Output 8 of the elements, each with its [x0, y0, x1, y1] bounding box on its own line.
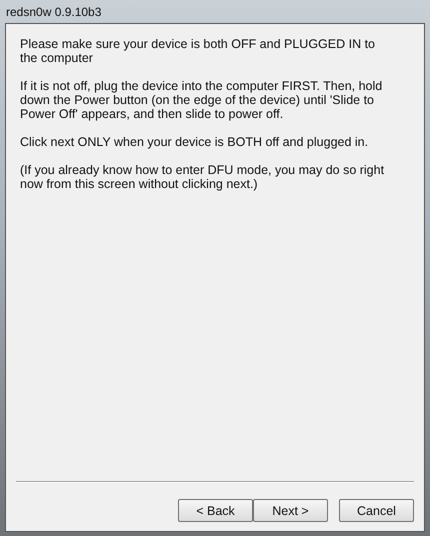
back-button[interactable]: < Back — [178, 499, 253, 522]
instruction-text: (If you already know how to enter DFU mode, you may do so right now from this screen without clicking next.) — [20, 163, 386, 191]
next-button[interactable]: Next > — [253, 499, 328, 522]
cancel-button[interactable]: Cancel — [339, 499, 414, 522]
instruction-text: Please make sure your device is both OFF and PLUGGED IN to the computer — [20, 37, 376, 65]
instruction-text: Click next ONLY when your device is BOTH off and plugged in. — [20, 135, 370, 149]
window-title: redsn0w 0.9.10b3 — [6, 4, 102, 18]
instruction-text: If it is not off, plug the device into the computer FIRST. Then, hold down the Power button (on the edge of the device) until 'Slide to Power Off' appears, and then slide to power off. — [20, 79, 384, 121]
